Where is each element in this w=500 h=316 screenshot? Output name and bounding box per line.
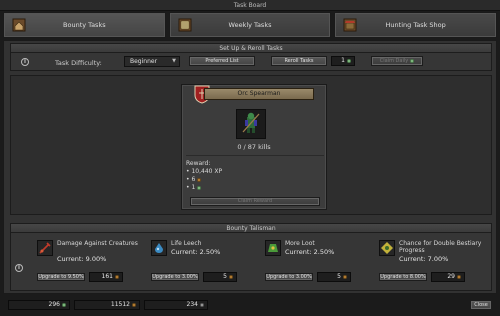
talisman-count-value: 161: [101, 273, 113, 280]
tab-label: Hunting Task Shop: [385, 21, 446, 29]
reroll-cost: 1: [331, 56, 355, 66]
coin-icon: [343, 274, 347, 279]
task-name: Orc Spearman: [204, 88, 314, 100]
tab-bounty-tasks[interactable]: Bounty Tasks: [3, 12, 166, 38]
claim-reward-button[interactable]: Claim Reward: [190, 197, 320, 206]
reroll-tasks-button[interactable]: Reroll Tasks: [271, 56, 327, 66]
kills-progress: 0 / 87 kills: [237, 143, 271, 151]
info-icon[interactable]: i: [21, 58, 29, 66]
talisman-name: More Loot: [285, 240, 315, 247]
info-icon[interactable]: i: [15, 264, 23, 272]
reward-label: Reward:: [186, 160, 211, 167]
resource-counter-2: 11512: [74, 300, 140, 310]
talisman-count: 5: [203, 272, 237, 282]
coin-icon: [132, 302, 136, 307]
talisman-current: Current: 9.00%: [57, 255, 107, 263]
reward-xp: • 10,440 XP: [186, 168, 223, 175]
resource-value: 11512: [110, 301, 130, 308]
house-icon: [12, 18, 26, 32]
reward-xp-value: 10,440 XP: [191, 168, 223, 175]
task-area: Orc Spearman 0 / 87 kills Reward: • 10,4…: [10, 75, 492, 215]
gem-icon: [197, 185, 202, 190]
main-panel: Set Up & Reroll Tasks i Task Difficulty:…: [3, 40, 497, 294]
claim-daily-button[interactable]: Claim Daily: [371, 56, 423, 66]
orc-spearman-icon: [242, 112, 260, 133]
tab-weekly-tasks[interactable]: Weekly Tasks: [168, 12, 332, 38]
talisman-count-value: 5: [223, 273, 227, 280]
coin-icon: [457, 274, 461, 279]
difficulty-value: Beginner: [130, 58, 158, 65]
coin-icon: [115, 274, 119, 279]
upgrade-button[interactable]: Upgrade to 8.00%: [379, 273, 427, 281]
reward-coins: • 6: [186, 176, 202, 183]
shop-icon: [343, 18, 357, 32]
coin-icon: [229, 274, 233, 279]
tab-label: Weekly Tasks: [228, 21, 272, 29]
talisman-count-value: 29: [447, 273, 455, 280]
reward-gems: • 1: [186, 184, 202, 191]
bestiary-icon: [379, 240, 395, 256]
talisman-current: Current: 7.00%: [399, 255, 449, 263]
upgrade-button[interactable]: Upgrade to 9.50%: [37, 273, 85, 281]
talisman-item-life-leech: Life Leech Current: 2.50% Upgrade to 3.0…: [151, 238, 259, 288]
coin-icon: [197, 177, 202, 182]
chevron-down-icon: ▼: [172, 58, 176, 64]
resource-value: 234: [186, 301, 198, 308]
upgrade-button[interactable]: Upgrade to 3.00%: [265, 273, 313, 281]
talisman-current: Current: 2.50%: [171, 248, 221, 256]
talisman-count: 161: [89, 272, 123, 282]
tab-label: Bounty Tasks: [63, 21, 106, 29]
resource-counter-3: 234: [144, 300, 208, 310]
talisman-name: Life Leech: [171, 240, 202, 247]
talisman-item-damage: Damage Against Creatures Current: 9.00% …: [37, 238, 145, 288]
setup-row: i Task Difficulty: Beginner ▼ Preferred …: [11, 54, 491, 72]
book-icon: [178, 18, 192, 32]
gem-icon: [410, 58, 415, 63]
talisman-current: Current: 2.50%: [285, 248, 335, 256]
close-button[interactable]: Close: [470, 300, 492, 310]
setup-panel: Set Up & Reroll Tasks i Task Difficulty:…: [10, 43, 492, 71]
talisman-count: 5: [317, 272, 351, 282]
upgrade-button[interactable]: Upgrade to 3.00%: [151, 273, 199, 281]
setup-title: Set Up & Reroll Tasks: [11, 44, 491, 53]
talisman-name: Chance for Double Bestiary Progress: [399, 240, 482, 254]
loot-icon: [265, 240, 281, 256]
tab-bar: Bounty Tasks Weekly Tasks Hunting Task S…: [3, 12, 498, 38]
talisman-panel: Bounty Talisman i Damage Against Creatur…: [10, 223, 492, 291]
preferred-list-button[interactable]: Preferred List: [189, 56, 255, 66]
talisman-count-value: 5: [337, 273, 341, 280]
talisman-count: 29: [431, 272, 465, 282]
resource-counter-1: 296: [8, 300, 70, 310]
gem-icon: [62, 302, 66, 307]
tab-hunting-task-shop[interactable]: Hunting Task Shop: [334, 12, 498, 38]
difficulty-select[interactable]: Beginner ▼: [124, 56, 180, 67]
window-title: Task Board: [0, 0, 500, 11]
damage-icon: [37, 240, 53, 256]
gem-icon: [200, 302, 204, 307]
reroll-cost-value: 1: [341, 57, 345, 64]
divider: [186, 155, 324, 156]
life-leech-icon: [151, 240, 167, 256]
talisman-name: Damage Against Creatures: [57, 240, 138, 247]
creature-portrait: [236, 109, 266, 139]
task-card: Orc Spearman 0 / 87 kills Reward: • 10,4…: [181, 84, 327, 210]
difficulty-label: Task Difficulty:: [55, 59, 102, 67]
reward-coins-value: 6: [191, 176, 196, 183]
reward-gems-value: 1: [191, 184, 196, 191]
talisman-item-bestiary: Chance for Double Bestiary Progress Curr…: [379, 238, 487, 288]
resource-value: 296: [48, 301, 60, 308]
gem-icon: [347, 58, 351, 63]
talisman-title: Bounty Talisman: [11, 224, 491, 233]
claim-daily-label: Claim Daily: [379, 58, 409, 64]
talisman-item-more-loot: More Loot Current: 2.50% Upgrade to 3.00…: [265, 238, 373, 288]
footer-bar: 296 11512 234 Close: [0, 298, 500, 316]
